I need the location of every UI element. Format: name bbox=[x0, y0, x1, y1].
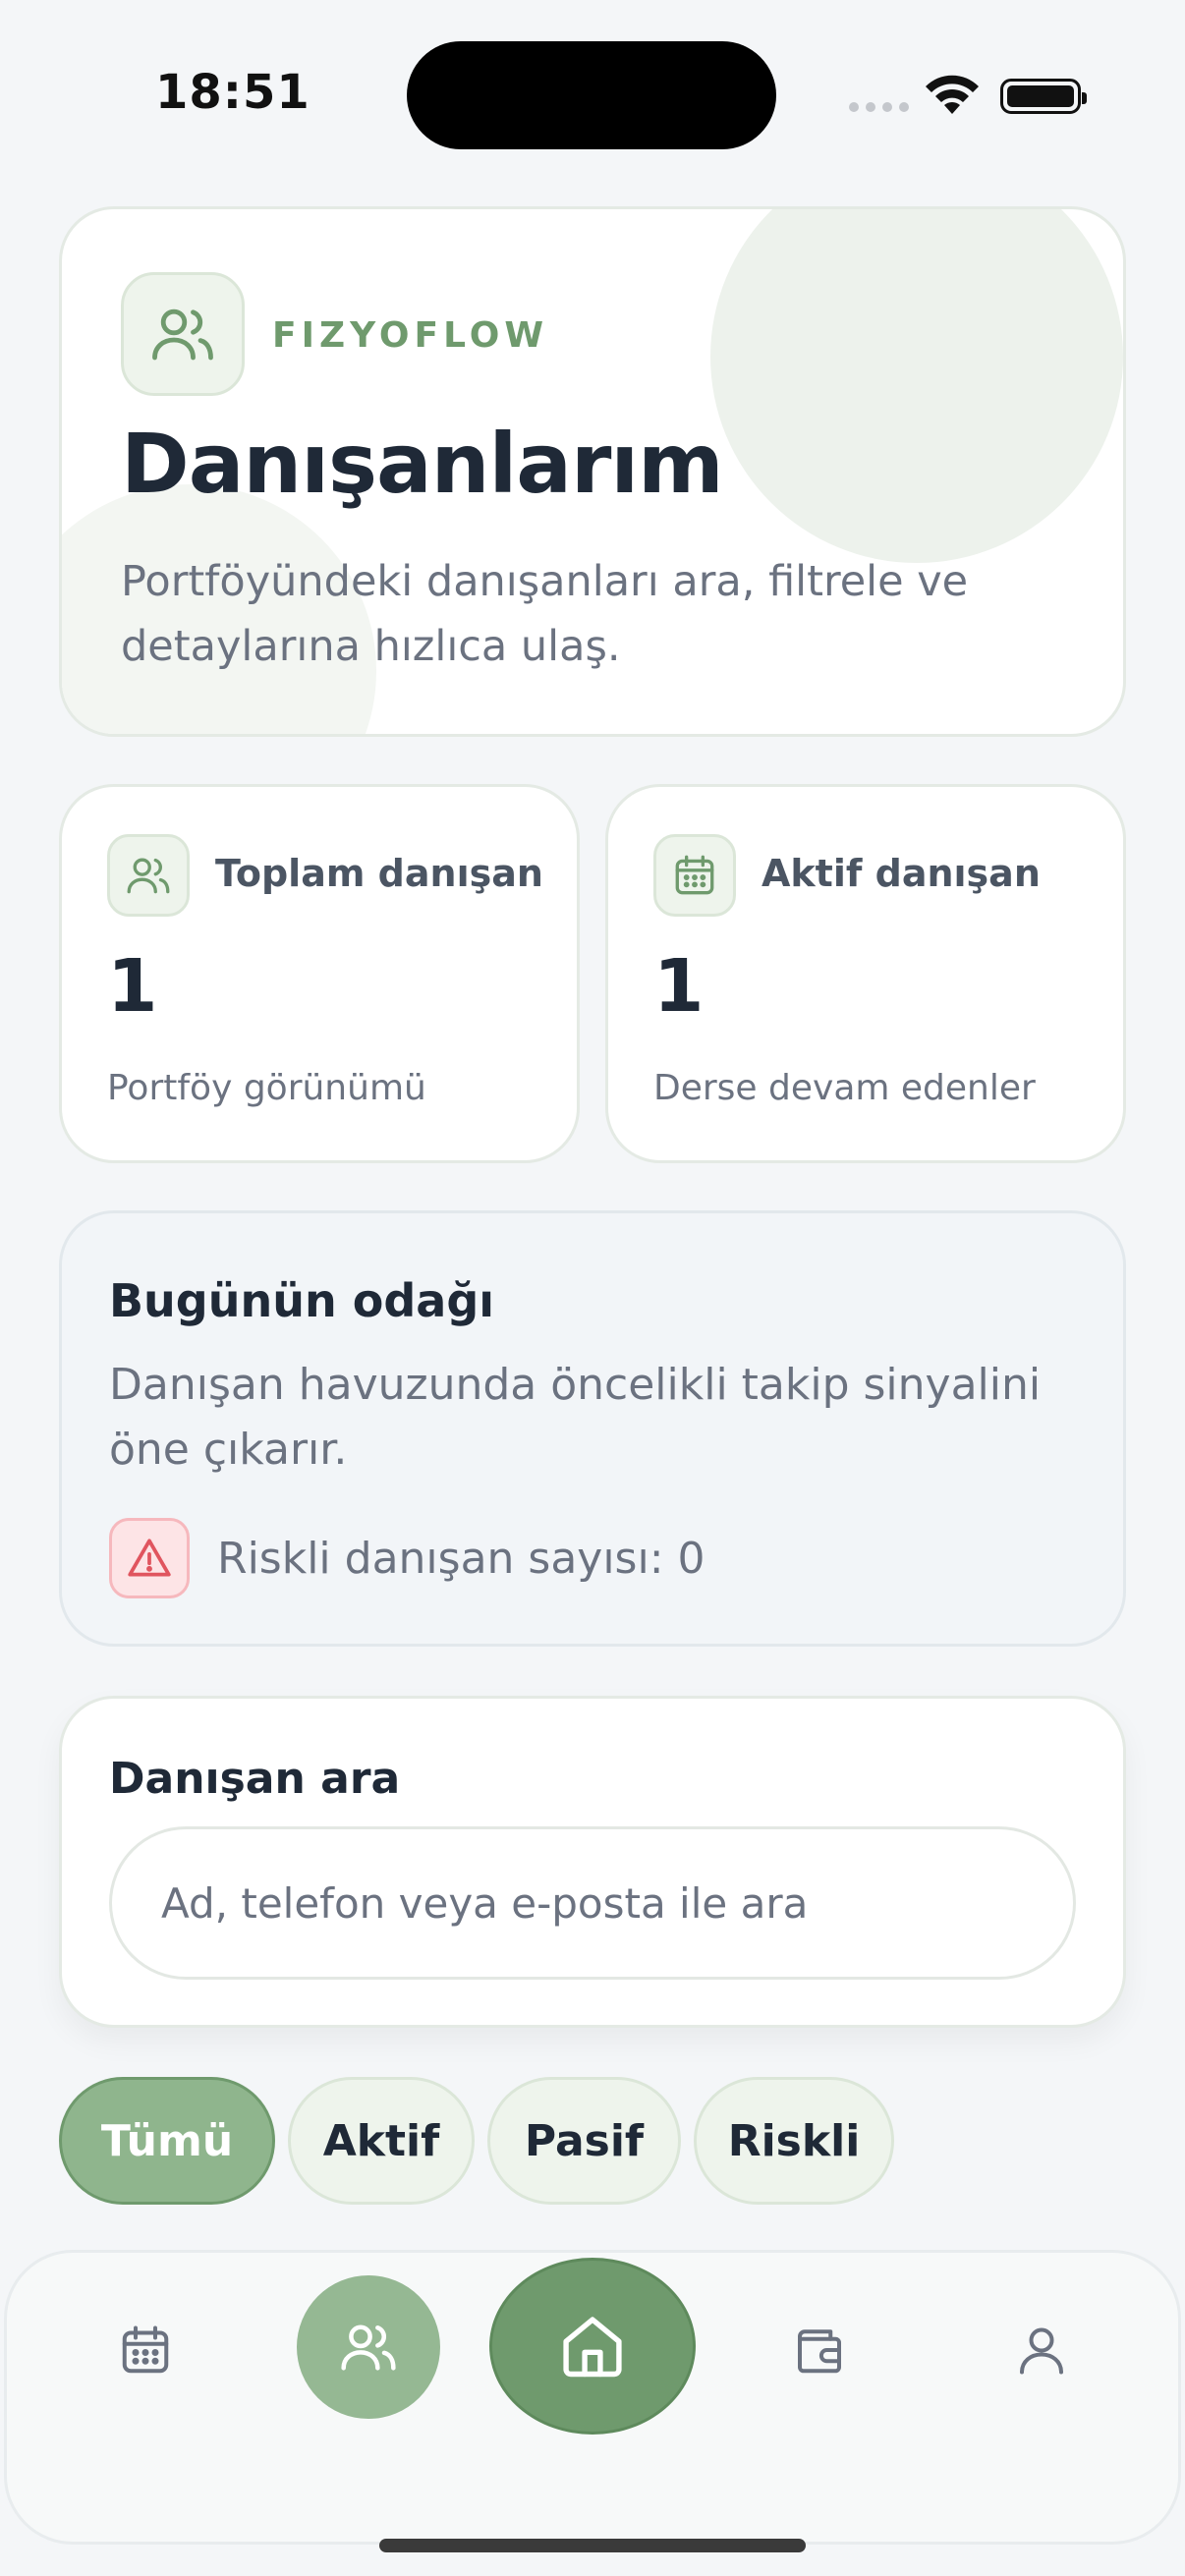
filter-chip-passive[interactable]: Pasif bbox=[487, 2077, 681, 2205]
filter-chip-all[interactable]: Tümü bbox=[59, 2077, 275, 2205]
filter-chip-active[interactable]: Aktif bbox=[288, 2077, 475, 2205]
users-icon[interactable] bbox=[297, 2275, 440, 2419]
stat-label: Aktif danışan bbox=[762, 852, 1041, 895]
search-title: Danışan ara bbox=[109, 1754, 401, 1804]
users-icon bbox=[121, 272, 245, 396]
page-subtitle: Portföyündeki danışanları ara, filtrele … bbox=[121, 557, 969, 671]
hero-card: FIZYOFLOW Danışanlarım Portföyündeki dan… bbox=[59, 206, 1126, 737]
brand-label: FIZYOFLOW bbox=[272, 315, 549, 356]
calendar-icon[interactable] bbox=[106, 2311, 185, 2389]
stat-card-total: Toplam danışan 1 Portföy görünümü bbox=[59, 784, 580, 1163]
focus-card: Bugünün odağı Danışan havuzunda öncelikl… bbox=[59, 1210, 1126, 1647]
focus-title: Bugünün odağı bbox=[109, 1274, 495, 1327]
stat-card-active: Aktif danışan 1 Derse devam edenler bbox=[605, 784, 1126, 1163]
risk-count: Riskli danışan sayısı: 0 bbox=[217, 1534, 705, 1584]
wifi-icon bbox=[926, 75, 979, 114]
dynamic-island bbox=[407, 41, 776, 149]
search-card: Danışan ara bbox=[59, 1696, 1126, 2028]
search-input[interactable] bbox=[109, 1826, 1076, 1980]
status-time: 18:51 bbox=[155, 65, 310, 120]
focus-description: Danışan havuzunda öncelikli takip sinyal… bbox=[109, 1360, 1042, 1475]
calendar-icon bbox=[653, 834, 736, 917]
home-indicator bbox=[379, 2539, 806, 2552]
users-icon bbox=[107, 834, 190, 917]
profile-icon[interactable] bbox=[1002, 2311, 1081, 2389]
wallet-icon[interactable] bbox=[780, 2311, 859, 2389]
decor-circle bbox=[710, 209, 1123, 563]
stat-value: 1 bbox=[653, 944, 705, 1029]
filter-chip-risky[interactable]: Riskli bbox=[694, 2077, 894, 2205]
page-title: Danışanlarım bbox=[121, 416, 724, 512]
stat-label: Toplam danışan bbox=[215, 852, 543, 895]
screen: 18:51 FIZYOFLOW Danışanlarım Portföyünde… bbox=[0, 0, 1185, 2576]
stat-footer: Derse devam edenler bbox=[653, 1068, 1036, 1108]
home-icon[interactable] bbox=[489, 2258, 696, 2435]
stat-value: 1 bbox=[107, 944, 158, 1029]
stat-footer: Portföy görünümü bbox=[107, 1068, 426, 1108]
warning-icon bbox=[109, 1518, 190, 1598]
signal-icon bbox=[849, 102, 909, 112]
battery-icon bbox=[1000, 79, 1087, 114]
